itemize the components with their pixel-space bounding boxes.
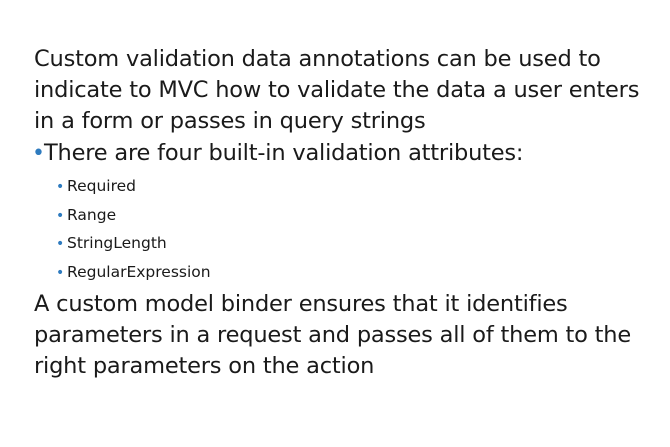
attribute-item-stringlength: • StringLength (56, 230, 644, 259)
attribute-label: RegularExpression (67, 262, 211, 281)
attribute-label: Required (67, 177, 136, 195)
attribute-item-required: • Required (56, 173, 644, 202)
intro-paragraph: Custom validation data annotations can b… (34, 46, 640, 134)
sub-bullet-dot-icon: • (56, 264, 65, 281)
sub-bullet-dot-icon: • (56, 207, 65, 224)
closing-paragraph: A custom model binder ensures that it id… (34, 291, 631, 379)
bullet-text: There are four built-in validation attri… (44, 140, 524, 166)
bullet-dot-icon: • (32, 141, 45, 166)
bullet-item: • There are four built-in validation att… (32, 138, 644, 169)
attribute-label: StringLength (67, 234, 167, 252)
sub-bullet-dot-icon: • (56, 179, 65, 195)
sub-bullet-dot-icon: • (56, 236, 65, 252)
attribute-item-range: • Range (56, 202, 644, 231)
attribute-label: Range (67, 205, 117, 224)
slide-content: Custom validation data annotations can b… (32, 44, 644, 382)
attribute-item-regularexpression: • RegularExpression (56, 259, 644, 288)
attribute-list: • Required • Range • StringLength • Regu… (34, 173, 644, 287)
